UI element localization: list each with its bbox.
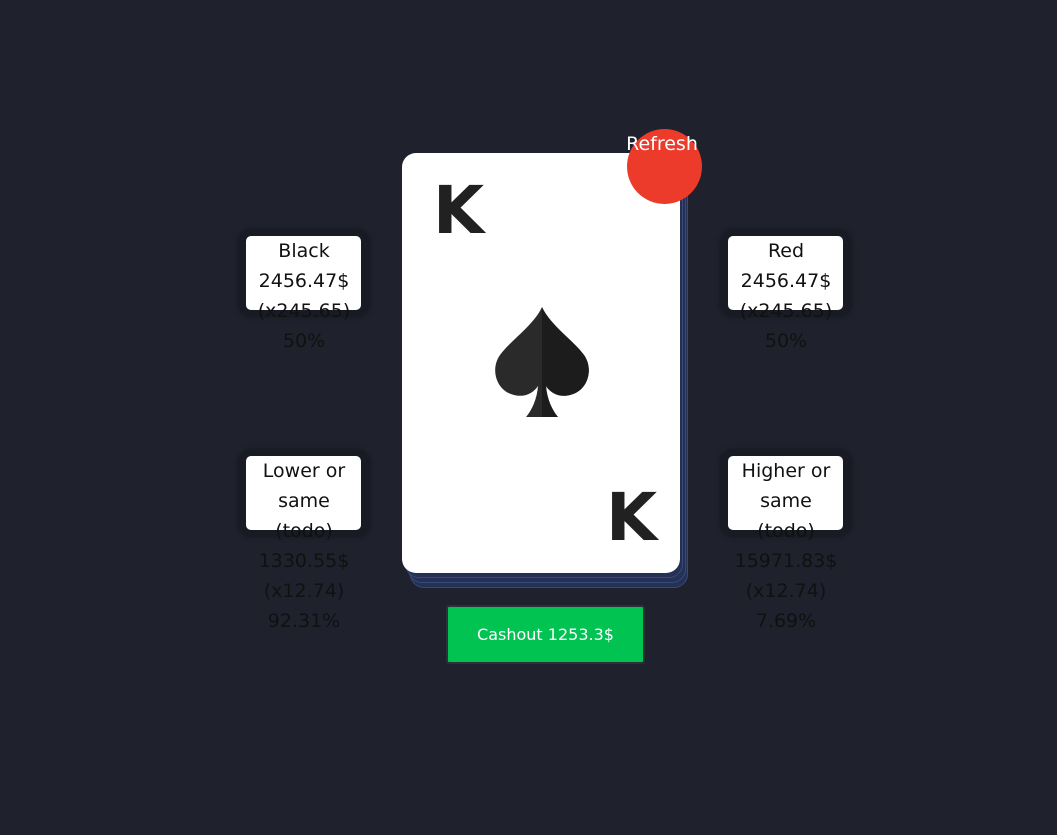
option-title-line1: Higher or (741, 460, 831, 482)
bet-higher-or-same-button[interactable]: Higher or same (todo) 15971.83$ (x12.74)… (721, 450, 851, 636)
option-multiplier: (x12.74) (745, 580, 827, 602)
card-rank-top: K (433, 172, 485, 249)
option-title-line2: same (278, 490, 330, 512)
option-note: (todo) (275, 520, 333, 542)
bet-lower-or-same-button[interactable]: Lower or same (todo) 1330.55$ (x12.74) 9… (239, 450, 369, 636)
option-text: Lower or same (todo) 1330.55$ (x12.74) 9… (239, 450, 369, 636)
option-probability: 50% (764, 330, 808, 352)
option-text: Black 2456.47$ (x245.65) 50% (239, 230, 369, 356)
option-title: Red (767, 240, 805, 262)
game-stage: Black 2456.47$ (x245.65) 50% Red 2456.47… (0, 0, 1057, 835)
option-payout: 1330.55$ (258, 550, 350, 572)
card-rank-bottom: K (606, 479, 658, 556)
option-title-line2: same (760, 490, 812, 512)
option-title-line1: Lower or (262, 460, 346, 482)
option-multiplier: (x245.65) (739, 300, 833, 322)
option-multiplier: (x12.74) (263, 580, 345, 602)
card-deck: K K (402, 153, 688, 588)
current-card: K K (402, 153, 680, 573)
option-text: Higher or same (todo) 15971.83$ (x12.74)… (721, 450, 851, 636)
bet-black-button[interactable]: Black 2456.47$ (x245.65) 50% (239, 230, 369, 356)
option-probability: 50% (282, 330, 326, 352)
option-probability: 92.31% (267, 610, 341, 632)
option-multiplier: (x245.65) (257, 300, 351, 322)
option-probability: 7.69% (755, 610, 817, 632)
spade-icon (495, 307, 589, 417)
option-payout: 2456.47$ (258, 270, 350, 292)
refresh-button-label[interactable]: Refresh (618, 131, 706, 157)
option-title: Black (278, 240, 330, 262)
option-note: (todo) (757, 520, 815, 542)
option-payout: 15971.83$ (734, 550, 838, 572)
option-payout: 2456.47$ (740, 270, 832, 292)
option-text: Red 2456.47$ (x245.65) 50% (721, 230, 851, 356)
bet-red-button[interactable]: Red 2456.47$ (x245.65) 50% (721, 230, 851, 356)
cashout-button[interactable]: Cashout 1253.3$ (446, 605, 645, 664)
